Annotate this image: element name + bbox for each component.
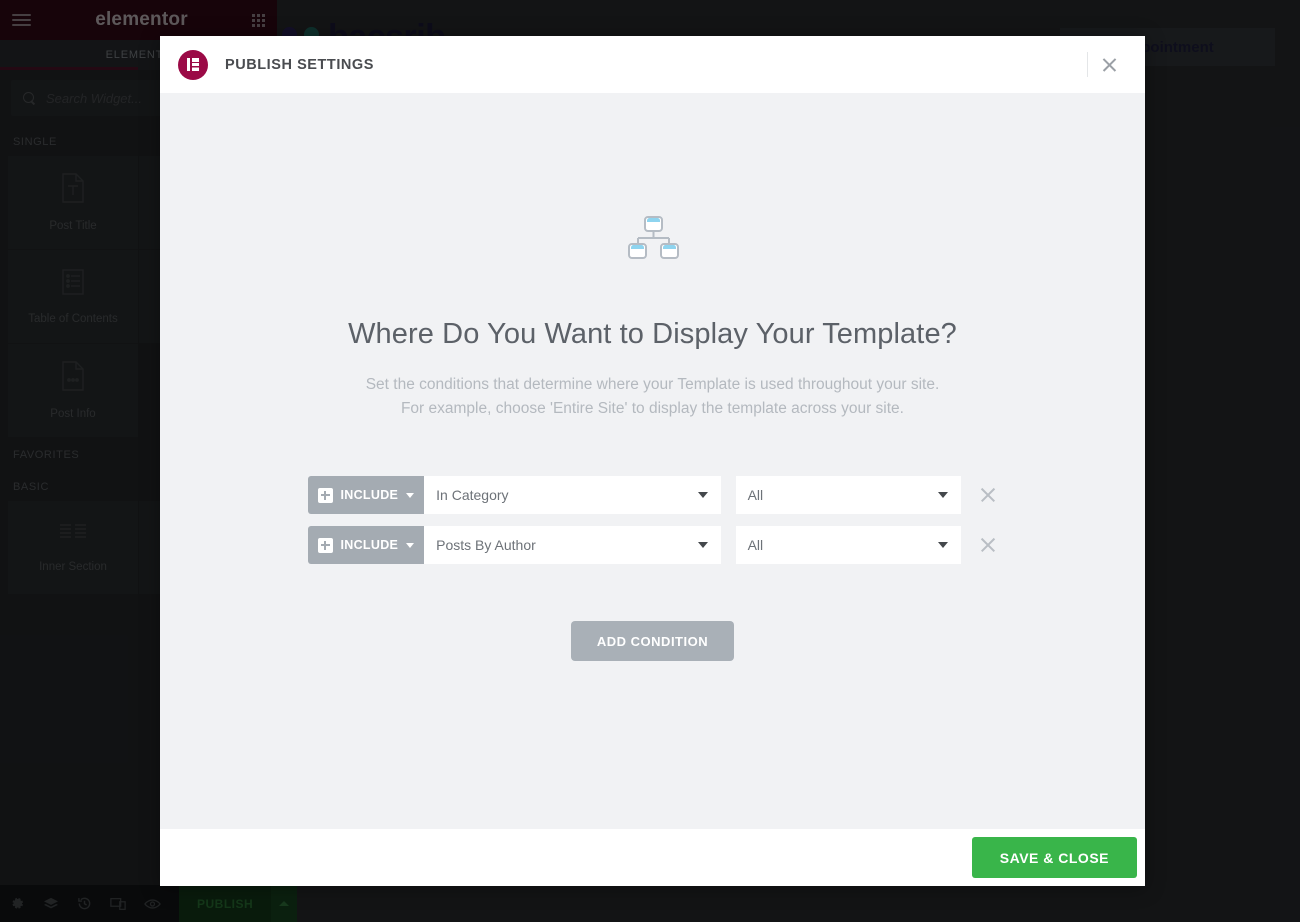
condition-type-value: Posts By Author xyxy=(436,537,536,553)
chevron-down-icon xyxy=(697,542,708,548)
condition-include-dropdown[interactable]: INCLUDE xyxy=(307,476,425,514)
close-icon xyxy=(1101,56,1118,73)
plus-icon xyxy=(317,487,333,503)
condition-sub-value: All xyxy=(747,487,764,503)
condition-type-select[interactable]: In Category xyxy=(424,476,721,514)
condition-sub-select[interactable]: All xyxy=(735,526,961,564)
sitemap-icon xyxy=(624,213,682,276)
description-line-2: For example, choose 'Entire Site' to dis… xyxy=(400,400,904,417)
condition-sub-value: All xyxy=(747,537,764,553)
chevron-down-icon xyxy=(937,492,948,498)
condition-row: INCLUDE In Category All xyxy=(307,476,998,514)
condition-type-select[interactable]: Posts By Author xyxy=(424,526,721,564)
elementor-logo-icon xyxy=(178,49,208,80)
save-and-close-button[interactable]: SAVE & CLOSE xyxy=(971,837,1137,878)
close-button[interactable] xyxy=(1087,36,1131,93)
condition-sub-select[interactable]: All xyxy=(735,476,961,514)
publish-settings-modal: PUBLISH SETTINGS Where Do You Want to Di… xyxy=(160,36,1145,886)
chevron-down-icon xyxy=(697,492,708,498)
include-label: INCLUDE xyxy=(340,538,399,552)
modal-body: Where Do You Want to Display Your Templa… xyxy=(160,93,1145,829)
chevron-down-icon xyxy=(406,542,415,548)
condition-row: INCLUDE Posts By Author All xyxy=(307,526,998,564)
conditions-list: INCLUDE In Category All INCLUDE Posts By… xyxy=(307,476,998,576)
description-line-1: Set the conditions that determine where … xyxy=(365,376,940,393)
plus-icon xyxy=(317,537,333,553)
remove-condition-button[interactable] xyxy=(977,484,998,506)
condition-include-dropdown[interactable]: INCLUDE xyxy=(307,526,425,564)
modal-header: PUBLISH SETTINGS xyxy=(160,36,1145,93)
condition-type-value: In Category xyxy=(436,487,509,503)
add-condition-button[interactable]: ADD CONDITION xyxy=(570,621,735,661)
page-title: Where Do You Want to Display Your Templa… xyxy=(348,318,957,350)
remove-condition-button[interactable] xyxy=(977,534,998,556)
include-label: INCLUDE xyxy=(340,488,399,502)
modal-description: Set the conditions that determine where … xyxy=(366,373,940,421)
chevron-down-icon xyxy=(937,542,948,548)
chevron-down-icon xyxy=(406,492,415,498)
modal-footer: SAVE & CLOSE xyxy=(160,829,1145,886)
modal-title: PUBLISH SETTINGS xyxy=(225,56,374,73)
screen: bacsrib Appointment elementor ELEMENTS xyxy=(0,0,1300,922)
